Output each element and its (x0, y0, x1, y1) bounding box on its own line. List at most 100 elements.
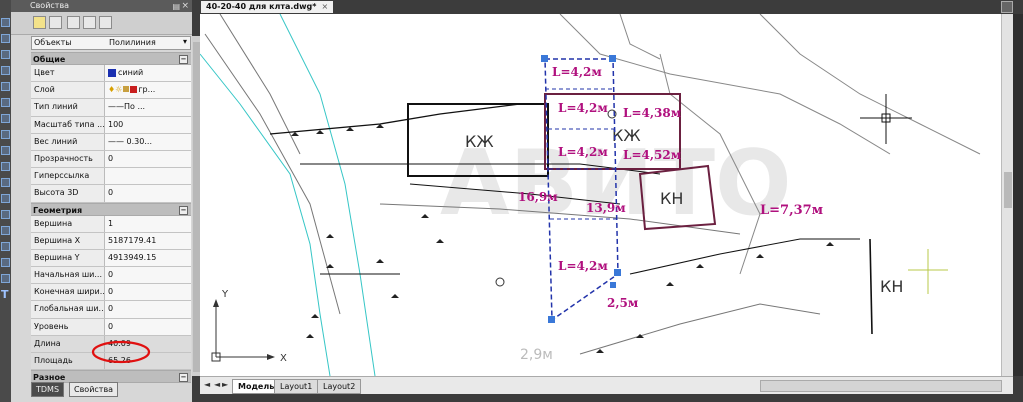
dimension-label: L=4,38м (623, 106, 682, 120)
revision-cloud-icon[interactable] (1, 114, 10, 123)
dimension-label: L=4,2м (558, 259, 608, 273)
sun-icon: ☼ (115, 85, 123, 95)
property-row-linetype-scale[interactable]: Масштаб типа ... 100 (31, 116, 191, 134)
scrollbar-thumb[interactable] (1004, 172, 1012, 208)
select-objects-icon[interactable] (49, 16, 62, 29)
object-label: Объекты (34, 38, 72, 47)
properties-palette: Свойства ▤ × Объекты Полилиния ▾ Общие −… (11, 0, 201, 402)
layer-color-swatch (130, 86, 138, 94)
property-key: Прозрачность (31, 150, 105, 168)
chevron-down-icon[interactable]: ▾ (183, 37, 187, 46)
filter-icon[interactable] (83, 16, 96, 29)
property-value: 0 (105, 150, 191, 168)
ucs-y-label: Y (221, 289, 229, 300)
property-row-lineweight[interactable]: Вес линий —— 0.30... (31, 133, 191, 151)
property-row-vertex[interactable]: Вершина 1 (31, 215, 191, 233)
tab-tdms[interactable]: TDMS (31, 382, 65, 397)
section-general-label: Общие (33, 55, 66, 64)
property-value: ——По ... (105, 99, 191, 116)
property-row-transparency[interactable]: Прозрачность 0 (31, 150, 191, 169)
property-row-layer[interactable]: Слой ♦☼ гр... (31, 82, 191, 100)
gradient-icon[interactable] (1, 242, 10, 251)
dimension-label: 13,9м (586, 201, 626, 215)
property-key: Высота 3D (31, 185, 105, 202)
close-icon[interactable]: × (181, 0, 189, 12)
scrollbar-thumb[interactable] (193, 42, 200, 372)
property-row-vertex-x[interactable]: Вершина X 5187179.41 (31, 232, 191, 250)
property-grid: Общие − Цвет синий Слой ♦☼ гр... Тип лини… (31, 52, 191, 384)
object-value: Полилиния (109, 38, 156, 47)
toggle-pickadd-icon[interactable] (33, 16, 46, 29)
canvas-horizontal-scrollbar[interactable] (760, 380, 1002, 392)
property-key: Вершина Y (31, 249, 105, 267)
property-value: 0 (105, 267, 191, 284)
object-type-selector[interactable]: Объекты Полилиния ▾ (31, 36, 191, 50)
collapse-icon[interactable]: − (179, 55, 188, 64)
layout-tab-bar: ◄ ◄ ► Модель Layout1 Layout2 (200, 376, 1013, 395)
document-tabs: 40-20-40 для клта.dwg* × (196, 0, 1023, 14)
property-row-elevation[interactable]: Уровень 0 (31, 318, 191, 336)
property-row-hyperlink[interactable]: Гиперссылка (31, 168, 191, 186)
property-key: Цвет (31, 65, 105, 82)
property-row-global-width[interactable]: Глобальная ши... 0 (31, 301, 191, 319)
lock-icon (123, 86, 130, 93)
palette-tabs: TDMS Свойства (31, 380, 191, 397)
tab-layout2[interactable]: Layout2 (317, 379, 362, 394)
section-geometry[interactable]: Геометрия − (31, 202, 191, 216)
color-swatch (108, 68, 116, 77)
close-tab-icon[interactable]: × (321, 2, 328, 11)
property-value (105, 168, 191, 185)
prev-layout-icon[interactable]: ◄ (214, 380, 220, 389)
highlight-circle (91, 340, 151, 364)
hatch-icon[interactable] (1, 226, 10, 235)
draw-line-icon[interactable] (1, 18, 10, 27)
ellipse-icon[interactable] (1, 146, 10, 155)
property-key: Конечная шири... (31, 284, 105, 301)
cyan-line (199, 53, 331, 377)
region-icon[interactable] (1, 258, 10, 267)
collapse-icon[interactable]: − (179, 205, 188, 215)
property-row-vertex-y[interactable]: Вершина Y 4913949.15 (31, 249, 191, 268)
property-value: 0 (105, 301, 191, 318)
make-block-icon[interactable] (1, 194, 10, 203)
property-row-start-width[interactable]: Начальная ши... 0 (31, 267, 191, 285)
insert-block-icon[interactable] (1, 178, 10, 187)
spline-icon[interactable] (1, 130, 10, 139)
property-row-3d-height[interactable]: Высота 3D 0 (31, 185, 191, 203)
table-icon[interactable] (1, 274, 10, 283)
window-restore-icon[interactable] (1001, 1, 1013, 13)
draw-arc-icon[interactable] (1, 82, 10, 91)
draw-polygon-icon[interactable] (1, 50, 10, 59)
property-row-end-width[interactable]: Конечная шири... 0 (31, 284, 191, 302)
draw-rectangle-icon[interactable] (1, 66, 10, 75)
ucs-icon: Y X (211, 289, 287, 364)
property-key: Гиперссылка (31, 168, 105, 185)
drawing-canvas[interactable]: АВИТО КЖ КЖ КН КН L=4,2м L=4,2м L=4,38м … (199, 13, 1001, 377)
document-tab-title: 40-20-40 для клта.dwg* (206, 2, 317, 11)
document-tab[interactable]: 40-20-40 для клта.dwg* × (201, 1, 334, 13)
grid-view-icon[interactable] (99, 16, 112, 29)
section-general[interactable]: Общие − (31, 52, 191, 65)
cyan-line (279, 13, 376, 377)
text-tool-icon[interactable]: T (1, 288, 9, 301)
first-layout-icon[interactable]: ◄ (204, 380, 210, 389)
property-row-color[interactable]: Цвет синий (31, 65, 191, 83)
status-bar (200, 394, 1013, 402)
property-value: 5187179.41 (105, 232, 191, 249)
property-key: Вершина X (31, 232, 105, 249)
draw-polyline-icon[interactable] (1, 34, 10, 43)
property-key: Начальная ши... (31, 267, 105, 284)
tab-properties[interactable]: Свойства (69, 382, 119, 397)
point-icon[interactable] (1, 210, 10, 219)
draw-circle-icon[interactable] (1, 98, 10, 107)
dimension-label: L=4,2м (558, 145, 608, 159)
dimension-label: 2,5м (607, 296, 639, 310)
building-label: КЖ (612, 126, 641, 145)
property-value: 0 (105, 284, 191, 301)
quick-select-icon[interactable] (67, 16, 80, 29)
next-layout-icon[interactable]: ► (222, 380, 228, 389)
ellipse-arc-icon[interactable] (1, 162, 10, 171)
tab-layout1[interactable]: Layout1 (274, 379, 319, 394)
property-row-linetype[interactable]: Тип линий ——По ... (31, 99, 191, 117)
ucs-x-label: X (280, 353, 287, 364)
